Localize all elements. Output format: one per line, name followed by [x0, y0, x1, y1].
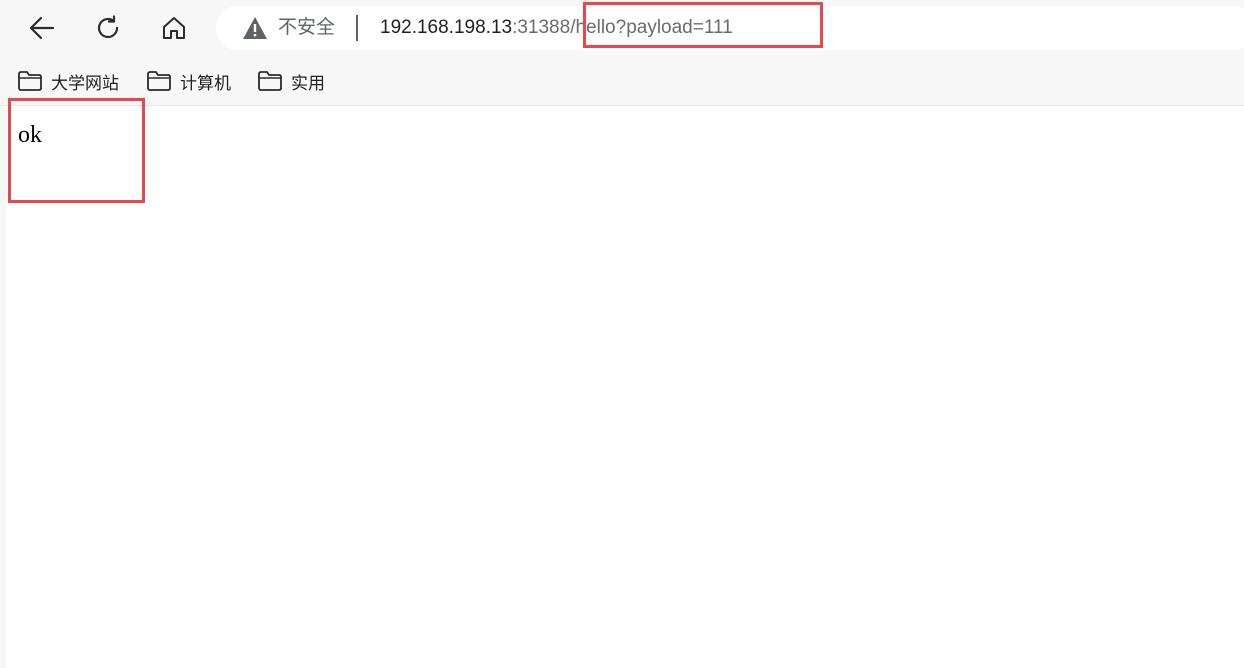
warning-triangle-icon[interactable] [242, 16, 268, 40]
folder-icon [147, 71, 171, 91]
back-button[interactable] [23, 9, 61, 47]
bookmarks-bar: 大学网站 计算机 实用 [0, 58, 1244, 106]
home-icon [163, 17, 185, 39]
home-button[interactable] [155, 9, 193, 47]
bookmark-label: 计算机 [180, 73, 231, 93]
response-text: ok [18, 122, 42, 148]
bookmark-label: 大学网站 [51, 73, 119, 93]
reload-icon [97, 15, 119, 39]
url-text[interactable]: 192.168.198.13:31388/hello?payload=111 [380, 17, 733, 39]
bookmark-folder-computer[interactable]: 计算机 [146, 68, 231, 94]
bookmark-folder-university-sites[interactable]: 大学网站 [17, 68, 119, 94]
url-host: 192.168.198.13 [380, 17, 513, 38]
back-arrow-icon [29, 16, 55, 40]
url-port: :31388 [512, 17, 571, 38]
bookmark-label: 实用 [291, 73, 325, 93]
reload-button[interactable] [89, 9, 127, 47]
bookmark-folder-utilities[interactable]: 实用 [257, 68, 325, 94]
folder-icon [258, 71, 282, 91]
security-status-label[interactable]: 不安全 [278, 17, 335, 39]
browser-toolbar: 不安全 192.168.198.13:31388/hello?payload=1… [0, 0, 1244, 58]
page-content: ok [0, 106, 1244, 668]
address-bar[interactable]: 不安全 192.168.198.13:31388/hello?payload=1… [216, 6, 1244, 50]
address-divider [356, 15, 358, 41]
url-path: /hello?payload=111 [570, 17, 733, 38]
folder-icon [18, 71, 42, 91]
